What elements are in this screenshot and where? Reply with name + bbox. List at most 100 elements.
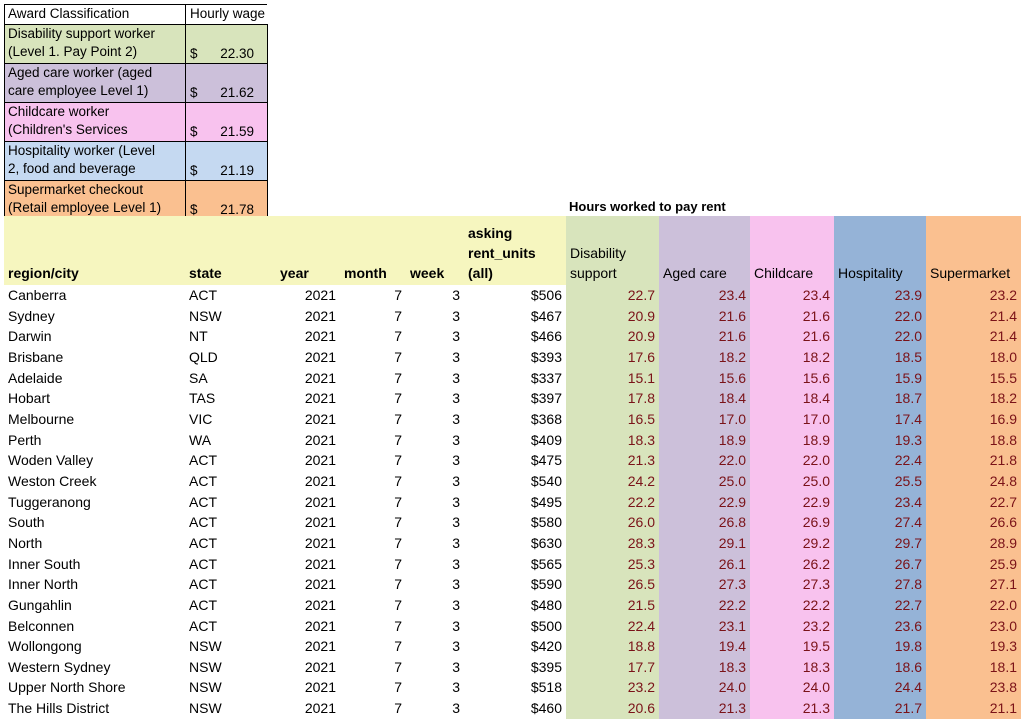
state-cell: ACT	[189, 576, 217, 593]
year-cell: 2021	[304, 493, 336, 510]
childcare-hours-cell: 27.3	[750, 574, 834, 595]
supermarket-hours-cell: 18.1	[926, 656, 1021, 678]
childcare-hours-cell: 18.4	[750, 388, 834, 409]
table-row: Belconnen ACT 2021 7 3 $500 22.4 23.1 23.2 23.6 23…	[4, 615, 1021, 637]
table-row: South ACT 2021 7 3 $580 26.0 26.8 26.9 27.4 26.6	[4, 512, 1021, 533]
week-cell: 3	[452, 390, 460, 407]
state-header: state	[185, 216, 262, 285]
region-cell: Darwin	[8, 328, 52, 345]
disability-hours-cell: 24.2	[566, 470, 659, 492]
wage-amount: 21.62	[220, 84, 254, 100]
region-cell: North	[8, 534, 43, 551]
supermarket-hours-cell: 21.1	[926, 698, 1021, 719]
childcare-hours-cell: 21.3	[750, 698, 834, 719]
supermarket-hours-cell: 23.0	[926, 615, 1021, 637]
asking-rent-cell: $397	[530, 390, 562, 407]
table-row: Upper North Shore NSW 2021 7 3 $518 23.2 24.0 24…	[4, 677, 1021, 699]
asking-rent-cell: $409	[530, 431, 562, 448]
childcare-hours-cell: 15.6	[750, 367, 834, 389]
week-cell: 3	[452, 638, 460, 655]
region-cell: Hobart	[8, 390, 51, 407]
week-cell: 3	[452, 596, 460, 613]
childcare-hours-cell: 18.9	[750, 429, 834, 451]
month-cell: 7	[394, 638, 402, 655]
hospitality-hours-cell: 21.7	[834, 698, 926, 719]
hours-worked-title: Hours worked to pay rent	[569, 199, 726, 214]
disability-hours-cell: 18.8	[566, 636, 659, 657]
table-row: The Hills District NSW 2021 7 3 $460 20.6 21.3 2…	[4, 698, 1021, 719]
supermarket-hours-cell: 22.7	[926, 491, 1021, 513]
month-header: month	[340, 216, 406, 285]
state-cell: ACT	[189, 555, 217, 572]
disability-header-line1: Disability	[570, 245, 627, 261]
month-cell: 7	[394, 452, 402, 469]
rent-hours-table: region/city state year month week asking…	[4, 216, 1021, 719]
year-cell: 2021	[304, 638, 336, 655]
award-classification-line1: Supermarket checkout	[8, 182, 144, 197]
disability-header: Disability support	[566, 216, 659, 285]
hospitality-hours-cell: 18.6	[834, 656, 926, 678]
region-cell: Melbourne	[8, 410, 75, 427]
week-cell: 3	[452, 679, 460, 696]
state-cell: VIC	[189, 410, 213, 427]
wage-amount: 22.30	[220, 45, 254, 61]
supermarket-hours-cell: 18.2	[926, 388, 1021, 409]
aged-care-hours-cell: 29.1	[659, 532, 750, 554]
supermarket-hours-cell: 21.4	[926, 326, 1021, 347]
disability-hours-cell: 23.2	[566, 677, 659, 699]
week-cell: 3	[452, 555, 460, 572]
year-cell: 2021	[304, 390, 336, 407]
supermarket-hours-cell: 24.8	[926, 470, 1021, 492]
hospitality-hours-cell: 23.9	[834, 285, 926, 306]
table-row: Melbourne VIC 2021 7 3 $368 16.5 17.0 17.0 17.4 16…	[4, 408, 1021, 430]
asking-rent-cell: $368	[530, 410, 562, 427]
supermarket-hours-cell: 26.6	[926, 512, 1021, 533]
supermarket-hours-cell: 23.8	[926, 677, 1021, 699]
aged-care-hours-cell: 17.0	[659, 408, 750, 430]
month-cell: 7	[394, 369, 402, 386]
table-row: Inner South ACT 2021 7 3 $565 25.3 26.1 26.2 26.7…	[4, 553, 1021, 575]
week-cell: 3	[452, 348, 460, 365]
month-cell: 7	[394, 431, 402, 448]
month-cell: 7	[394, 679, 402, 696]
aged-care-hours-cell: 26.1	[659, 553, 750, 575]
disability-hours-cell: 16.5	[566, 408, 659, 430]
month-cell: 7	[394, 348, 402, 365]
region-cell: South	[8, 514, 45, 531]
currency-symbol: $	[190, 84, 198, 100]
childcare-hours-cell: 22.2	[750, 594, 834, 616]
award-classification-cell: Aged care worker (aged care employee Leve…	[4, 63, 186, 103]
region-cell: Wollongong	[8, 638, 82, 655]
year-cell: 2021	[304, 410, 336, 427]
state-cell: ACT	[189, 452, 217, 469]
supermarket-hours-cell: 18.0	[926, 346, 1021, 368]
award-classification-line2: 2, food and beverage	[8, 160, 136, 176]
hospitality-header: Hospitality	[834, 216, 926, 285]
supermarket-hours-cell: 15.5	[926, 367, 1021, 389]
table-row: Brisbane QLD 2021 7 3 $393 17.6 18.2 18.2 18.5 18.…	[4, 346, 1021, 368]
region-cell: Gungahlin	[8, 596, 72, 613]
aged-care-hours-cell: 21.6	[659, 326, 750, 347]
disability-hours-cell: 17.6	[566, 346, 659, 368]
wage-amount: 21.59	[220, 123, 254, 139]
asking-rent-cell: $337	[530, 369, 562, 386]
aged-care-hours-cell: 18.9	[659, 429, 750, 451]
year-header: year	[262, 216, 340, 285]
wage-value: $21.19	[190, 162, 254, 180]
supermarket-hours-cell: 27.1	[926, 574, 1021, 595]
childcare-hours-cell: 26.9	[750, 512, 834, 533]
table-row: Sydney NSW 2021 7 3 $467 20.9 21.6 21.6 22.0 21.4	[4, 305, 1021, 327]
week-cell: 3	[452, 514, 460, 531]
asking-rent-cell: $467	[530, 307, 562, 324]
state-cell: WA	[189, 431, 212, 448]
disability-hours-cell: 20.6	[566, 698, 659, 719]
wage-value: $22.30	[190, 45, 254, 63]
table-row: Inner North ACT 2021 7 3 $590 26.5 27.3 27.3 27.8…	[4, 574, 1021, 595]
childcare-hours-cell: 29.2	[750, 532, 834, 554]
childcare-hours-cell: 21.6	[750, 326, 834, 347]
disability-hours-cell: 17.8	[566, 388, 659, 409]
month-cell: 7	[394, 700, 402, 717]
region-cell: Belconnen	[8, 617, 75, 634]
asking-rent-header: asking rent_units (all)	[464, 216, 566, 285]
award-row: Hospitality worker (Level 2, food and bev…	[4, 141, 268, 181]
